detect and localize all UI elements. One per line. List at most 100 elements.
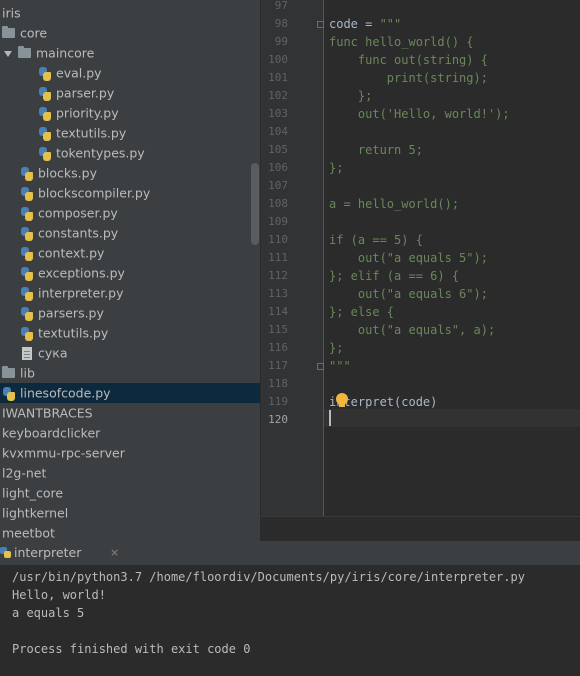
code-line: func hello_world() { xyxy=(329,35,474,49)
tree-item[interactable]: constants.py xyxy=(0,223,260,243)
line-number: 103 xyxy=(268,107,288,120)
code-line: print(string); xyxy=(329,71,488,85)
tree-item-label: exceptions.py xyxy=(38,265,125,281)
tree-item-label: blockscompiler.py xyxy=(38,185,151,201)
python-file-icon xyxy=(20,306,34,321)
code-line: """ xyxy=(329,359,351,373)
current-line-highlight xyxy=(324,409,580,427)
tree-item[interactable]: exceptions.py xyxy=(0,263,260,283)
folder-icon xyxy=(2,25,15,38)
tree-item[interactable]: tokentypes.py xyxy=(0,143,260,163)
code-line: code = """ xyxy=(329,17,402,31)
tree-item[interactable]: context.py xyxy=(0,243,260,263)
line-number: 112 xyxy=(268,269,288,282)
line-number: 117 xyxy=(268,359,288,372)
folder-icon xyxy=(2,365,15,378)
tree-item-label: eval.py xyxy=(56,65,102,81)
line-number: 99 xyxy=(274,35,288,48)
tree-scrollbar[interactable] xyxy=(251,163,259,245)
text-caret xyxy=(329,410,331,426)
line-number: 119 xyxy=(268,395,288,408)
code-line: out('Hello, world!'); xyxy=(329,107,510,121)
line-number: 120 xyxy=(268,413,288,426)
tree-item[interactable]: kvxmmu-rpc-server xyxy=(0,443,260,463)
line-number: 113 xyxy=(268,287,288,300)
tree-item-label: textutils.py xyxy=(56,125,127,141)
tree-item[interactable]: core xyxy=(0,23,260,43)
fold-marker-icon[interactable] xyxy=(317,363,324,370)
python-file-icon xyxy=(20,246,34,261)
code-line: }; xyxy=(329,89,373,103)
python-file-icon xyxy=(20,166,34,181)
fold-marker-icon[interactable] xyxy=(317,21,324,28)
line-number: 111 xyxy=(268,251,288,264)
project-tree: iris core maincore eval.py parser.py priority… xyxy=(0,0,260,541)
line-number: 101 xyxy=(268,71,288,84)
tree-item[interactable]: lightkernel xyxy=(0,503,260,523)
console-line: a equals 5 xyxy=(12,606,85,620)
console-line: Hello, world! xyxy=(12,588,106,602)
tree-item-label: tokentypes.py xyxy=(56,145,145,161)
tree-item[interactable]: blocks.py xyxy=(0,163,260,183)
tree-item-label: context.py xyxy=(38,245,105,261)
tree-item-label: meetbot xyxy=(2,525,55,541)
tree-item[interactable]: l2g-net xyxy=(0,463,260,483)
python-file-icon xyxy=(2,386,16,401)
python-file-icon xyxy=(38,66,52,81)
tree-item[interactable]: light_core xyxy=(0,483,260,503)
code-line: if (a == 5) { xyxy=(329,233,423,247)
console-line: /usr/bin/python3.7 /home/floordiv/Docume… xyxy=(12,570,525,584)
tree-item-label: l2g-net xyxy=(2,465,47,481)
line-number: 110 xyxy=(268,233,288,246)
editor-bottom-strip xyxy=(261,516,580,542)
tree-item[interactable]: linesofcode.py xyxy=(0,383,260,403)
tree-item-label: parser.py xyxy=(56,85,115,101)
line-number: 109 xyxy=(268,215,288,228)
tree-item[interactable]: сука xyxy=(0,343,260,363)
tree-item[interactable]: lib xyxy=(0,363,260,383)
tree-item-label: kvxmmu-rpc-server xyxy=(2,445,125,461)
tree-item-label: interpreter.py xyxy=(38,285,124,301)
python-file-icon xyxy=(38,126,52,141)
tree-item[interactable]: textutils.py xyxy=(0,323,260,343)
tree-item-label: lightkernel xyxy=(2,505,69,521)
tree-item[interactable]: composer.py xyxy=(0,203,260,223)
tree-item[interactable]: textutils.py xyxy=(0,123,260,143)
python-file-icon xyxy=(20,326,34,341)
line-number: 118 xyxy=(268,377,288,390)
chevron-down-icon[interactable] xyxy=(4,50,12,57)
text-file-icon xyxy=(22,347,32,360)
lightbulb-icon[interactable] xyxy=(336,393,348,407)
tree-item[interactable]: keyboardclicker xyxy=(0,423,260,443)
code-line: out("a equals 6"); xyxy=(329,287,488,301)
line-number: 115 xyxy=(268,323,288,336)
folder-icon xyxy=(18,45,31,58)
tree-item[interactable]: parsers.py xyxy=(0,303,260,323)
tree-item[interactable]: iris xyxy=(0,3,260,23)
tree-item[interactable]: blockscompiler.py xyxy=(0,183,260,203)
tree-item-label: constants.py xyxy=(38,225,119,241)
python-file-icon xyxy=(38,106,52,121)
close-icon[interactable]: × xyxy=(110,541,119,565)
tree-item-label: iris xyxy=(2,5,21,21)
line-number: 106 xyxy=(268,161,288,174)
tree-item-label: blocks.py xyxy=(38,165,97,181)
tree-item[interactable]: IWANTBRACES xyxy=(0,403,260,423)
tree-item[interactable]: maincore xyxy=(0,43,260,63)
line-number: 104 xyxy=(268,125,288,138)
tree-item-label: keyboardclicker xyxy=(2,425,101,441)
tree-item[interactable]: meetbot xyxy=(0,523,260,541)
tree-item[interactable]: parser.py xyxy=(0,83,260,103)
tree-item-label: сука xyxy=(38,345,68,361)
console-line: Process finished with exit code 0 xyxy=(12,642,251,656)
line-number: 100 xyxy=(268,53,288,66)
tree-item[interactable]: interpreter.py xyxy=(0,283,260,303)
tree-item-label: priority.py xyxy=(56,105,119,121)
python-file-icon xyxy=(38,146,52,161)
run-console[interactable]: /usr/bin/python3.7 /home/floordiv/Docume… xyxy=(0,565,580,676)
tree-item[interactable]: eval.py xyxy=(0,63,260,83)
tree-item[interactable]: priority.py xyxy=(0,103,260,123)
run-tab[interactable]: interpreter xyxy=(0,541,81,565)
line-number: 102 xyxy=(268,89,288,102)
tree-item-label: maincore xyxy=(36,45,95,61)
